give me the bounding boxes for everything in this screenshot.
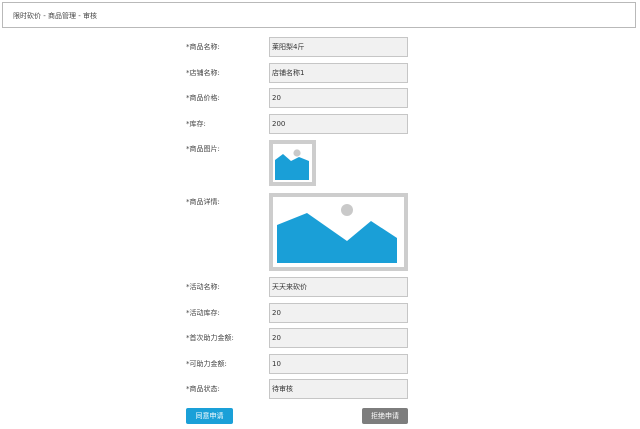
image-placeholder-icon [273,144,312,182]
shop-name-field[interactable]: 店铺名称1 [269,63,408,83]
product-name-field[interactable]: 莱阳梨4斤 [269,37,408,57]
activity-name-field[interactable]: 天天来砍价 [269,277,408,297]
form-row-available-help-amount: *可助力金额: 10 [0,354,640,374]
first-help-amount-field[interactable]: 20 [269,328,408,348]
product-image-upload[interactable] [269,140,316,186]
page-header: 限时砍价 - 商品管理 - 审核 [2,2,636,28]
stock-field[interactable]: 200 [269,114,408,134]
form-row-first-help-amount: *首次助力金额: 20 [0,328,640,348]
product-detail-label: *商品详情: [186,198,220,206]
form-row-product-name: *商品名称: 莱阳梨4斤 [0,37,640,57]
form-row-stock: *库存: 200 [0,114,640,134]
available-help-amount-field[interactable]: 10 [269,354,408,374]
form-row-product-status: *商品状态: 待审核 [0,379,640,399]
form-row-activity-stock: *活动库存: 20 [0,303,640,323]
product-image-label: *商品图片: [186,145,220,153]
reject-button[interactable]: 拒绝申请 [362,408,408,424]
product-status-field[interactable]: 待审核 [269,379,408,399]
shop-name-label: *店铺名称: [186,69,220,77]
activity-stock-field[interactable]: 20 [269,303,408,323]
product-price-label: *商品价格: [186,94,220,102]
activity-name-label: *活动名称: [186,283,220,291]
form-row-product-price: *商品价格: 20 [0,88,640,108]
product-status-label: *商品状态: [186,385,220,393]
product-detail-upload[interactable] [269,193,408,271]
product-name-label: *商品名称: [186,43,220,51]
first-help-amount-label: *首次助力金额: [186,334,234,342]
product-price-field[interactable]: 20 [269,88,408,108]
available-help-amount-label: *可助力金额: [186,360,227,368]
stock-label: *库存: [186,120,206,128]
activity-stock-label: *活动库存: [186,309,220,317]
image-placeholder-icon [273,197,404,267]
form-row-product-image: *商品图片: [0,139,640,159]
form-row-activity-name: *活动名称: 天天来砍价 [0,277,640,297]
breadcrumb: 限时砍价 - 商品管理 - 审核 [13,12,97,20]
form-row-shop-name: *店铺名称: 店铺名称1 [0,63,640,83]
approve-button[interactable]: 同意申请 [186,408,233,424]
